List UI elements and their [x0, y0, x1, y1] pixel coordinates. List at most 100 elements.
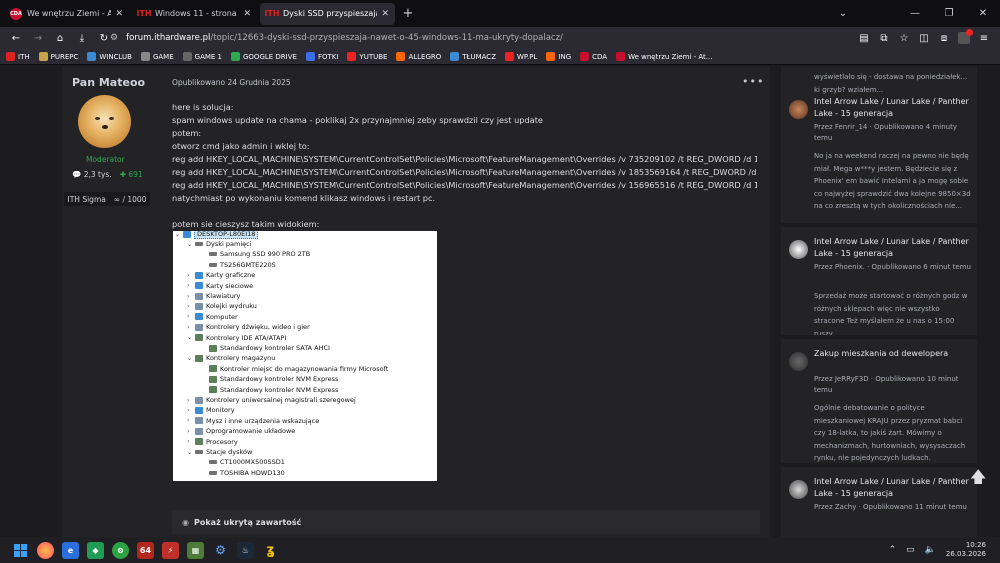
- device-tree-item[interactable]: › Klawiatury: [187, 291, 240, 301]
- device-tree-item[interactable]: Standardowy kontroler NVM Express: [201, 374, 338, 384]
- tab-windows11[interactable]: ITH Windows 11 - strona 45 - Wind ✕: [132, 3, 257, 25]
- bookmark-item[interactable]: GAME: [140, 52, 174, 61]
- device-manager-screenshot[interactable]: ⌄ DESKTOP-L80EI18 ⌄ Dyski pamięci Samsung SS…: [173, 231, 437, 481]
- chevron-right-icon[interactable]: ›: [187, 438, 195, 445]
- device-tree-item[interactable]: › Kontrolery dźwięku, wideo i gier: [187, 322, 310, 332]
- device-tree-item[interactable]: › Oprogramowanie układowe: [187, 426, 295, 436]
- clock[interactable]: 10:26 26.03.2026: [946, 541, 986, 559]
- bookmark-item[interactable]: CDA: [580, 52, 607, 61]
- chevron-down-icon[interactable]: ⌄: [187, 334, 195, 341]
- device-tree-item[interactable]: ⌄ Stacje dysków: [187, 447, 252, 457]
- chevron-down-icon[interactable]: ⌄: [826, 8, 860, 19]
- device-tree-item[interactable]: › Kontrolery uniwersalnej magistrali szer…: [187, 395, 356, 405]
- app-yellow-icon[interactable]: ʓ: [262, 542, 279, 559]
- device-tree-item[interactable]: Kontroler miejsc do magazynowania firmy …: [201, 364, 388, 374]
- maximize-button[interactable]: ❐: [932, 8, 966, 19]
- device-tree-item[interactable]: › Procesory: [187, 437, 238, 447]
- avatar[interactable]: [789, 100, 808, 119]
- url-bar[interactable]: ⚙ forum.ithardware.pl/topic/12663-dyski-…: [110, 29, 845, 47]
- reader-view-icon[interactable]: ▤: [854, 33, 874, 44]
- device-tree-item[interactable]: ⌄ Kontrolery magazynu: [187, 353, 275, 363]
- app-blue-icon[interactable]: e: [62, 541, 79, 559]
- device-tree-item[interactable]: Samsung SSD 990 PRO 2TB: [201, 249, 310, 259]
- close-icon[interactable]: ✕: [381, 9, 389, 19]
- chevron-down-icon[interactable]: ⌄: [187, 241, 195, 248]
- sidebar-topic-title[interactable]: Intel Arrow Lake / Lunar Lake / Panther …: [814, 236, 972, 260]
- app-green-icon[interactable]: ◆: [87, 541, 104, 559]
- chevron-down-icon[interactable]: ⌄: [187, 355, 195, 362]
- extensions-icon[interactable]: ⧈: [934, 33, 954, 44]
- avatar[interactable]: [789, 352, 808, 371]
- sidebar-topic-title[interactable]: Intel Arrow Lake / Lunar Lake / Panther …: [814, 96, 972, 120]
- settings-gear-icon[interactable]: ⚙: [212, 542, 229, 559]
- show-hidden-content-button[interactable]: ◉ Pokaż ukrytą zawartość: [172, 510, 760, 534]
- close-icon[interactable]: ✕: [115, 9, 123, 19]
- bookmark-item[interactable]: WINCLUB: [87, 52, 132, 61]
- bookmark-item[interactable]: FOTKI: [305, 52, 338, 61]
- chevron-right-icon[interactable]: ›: [187, 313, 195, 320]
- home-button[interactable]: ⌂: [50, 29, 70, 47]
- screenshot-icon[interactable]: ⧉: [874, 33, 894, 44]
- app-lightning-icon[interactable]: ⚡: [162, 541, 179, 559]
- app-64-icon[interactable]: 64: [137, 541, 154, 559]
- back-button[interactable]: ←: [6, 29, 26, 47]
- device-tree-item[interactable]: › Kolejki wydruku: [187, 301, 257, 311]
- chevron-right-icon[interactable]: ›: [187, 397, 195, 404]
- xbox-icon[interactable]: ⊗: [112, 541, 129, 559]
- bookmark-item[interactable]: ITH: [6, 52, 30, 61]
- device-tree-item[interactable]: Standardowy kontroler SATA AHCI: [201, 343, 330, 353]
- device-tree-item[interactable]: ⌄ Kontrolery IDE ATA/ATAPI: [187, 333, 286, 343]
- downloads-button[interactable]: ⤓: [72, 29, 92, 47]
- device-tree-item[interactable]: Standardowy kontroler NVM Express: [201, 385, 338, 395]
- minimize-button[interactable]: —: [898, 8, 932, 19]
- device-tree-item[interactable]: › Karty sieciowe: [187, 281, 253, 291]
- device-tree-item[interactable]: ⌄ Dyski pamięci: [187, 239, 252, 249]
- chevron-right-icon[interactable]: ›: [187, 272, 195, 279]
- chevron-up-icon[interactable]: ⌃: [889, 545, 897, 555]
- chevron-down-icon[interactable]: ⌄: [187, 449, 195, 456]
- firefox-icon[interactable]: [37, 541, 54, 559]
- bookmark-item[interactable]: We wnętrzu Ziemi - At...: [616, 52, 712, 61]
- device-tree-item[interactable]: › Karty graficzne: [187, 270, 255, 280]
- bookmark-item[interactable]: GAME 1: [182, 52, 222, 61]
- chevron-right-icon[interactable]: ›: [187, 303, 195, 310]
- bookmark-item[interactable]: GOOGLE DRIVE: [231, 52, 297, 61]
- scroll-to-top-icon[interactable]: 🡅: [970, 466, 986, 493]
- avatar[interactable]: [789, 480, 808, 499]
- device-tree-item[interactable]: TS256GMTE220S: [201, 260, 276, 270]
- close-window-button[interactable]: ✕: [966, 8, 1000, 19]
- volume-icon[interactable]: 🔈: [925, 545, 936, 555]
- tab-cda[interactable]: CDA We wnętrzu Ziemi - At the E ✕: [4, 3, 129, 25]
- bookmark-star-icon[interactable]: ☆: [894, 33, 914, 44]
- post-menu-icon[interactable]: •••: [742, 75, 764, 88]
- avatar[interactable]: [789, 240, 808, 259]
- avatar[interactable]: [78, 95, 131, 148]
- author-name[interactable]: Pan Mateoo: [72, 76, 145, 89]
- forward-button[interactable]: →: [28, 29, 48, 47]
- app-image-icon[interactable]: ▦: [187, 541, 204, 559]
- chevron-right-icon[interactable]: ›: [187, 417, 195, 424]
- chevron-right-icon[interactable]: ›: [187, 407, 195, 414]
- device-tree-item[interactable]: TOSHIBA HDWD130: [201, 468, 285, 478]
- chevron-right-icon[interactable]: ›: [187, 324, 195, 331]
- bookmark-item[interactable]: ALLEGRO: [396, 52, 441, 61]
- device-tree-item[interactable]: › Monitory: [187, 405, 235, 415]
- new-tab-button[interactable]: +: [398, 4, 418, 24]
- device-tree-item[interactable]: › Mysz i inne urządzenia wskazujące: [187, 416, 319, 426]
- bookmark-item[interactable]: PUREPC: [38, 52, 78, 61]
- device-tree-root[interactable]: ⌄ DESKTOP-L80EI18: [175, 231, 259, 239]
- chevron-right-icon[interactable]: ›: [187, 293, 195, 300]
- sidebar-topic-title[interactable]: Zakup mieszkania od dewelopera: [814, 348, 972, 360]
- pocket-icon[interactable]: ◫: [914, 33, 934, 44]
- bookmark-item[interactable]: YUTUBE: [347, 52, 387, 61]
- chevron-right-icon[interactable]: ›: [187, 282, 195, 289]
- bookmark-item[interactable]: TŁUMACZ: [450, 52, 496, 61]
- device-tree-item[interactable]: › Komputer: [187, 312, 238, 322]
- bookmark-item[interactable]: ING: [546, 52, 571, 61]
- extension-badge-icon[interactable]: [958, 29, 973, 44]
- steam-icon[interactable]: ♨: [237, 541, 254, 559]
- device-tree-item[interactable]: CT1000MX500SSD1: [201, 457, 285, 467]
- network-icon[interactable]: ▭: [906, 545, 915, 555]
- chevron-right-icon[interactable]: ›: [187, 428, 195, 435]
- tab-ssd-active[interactable]: ITH Dyski SSD przyspieszają nawet ✕: [260, 2, 395, 25]
